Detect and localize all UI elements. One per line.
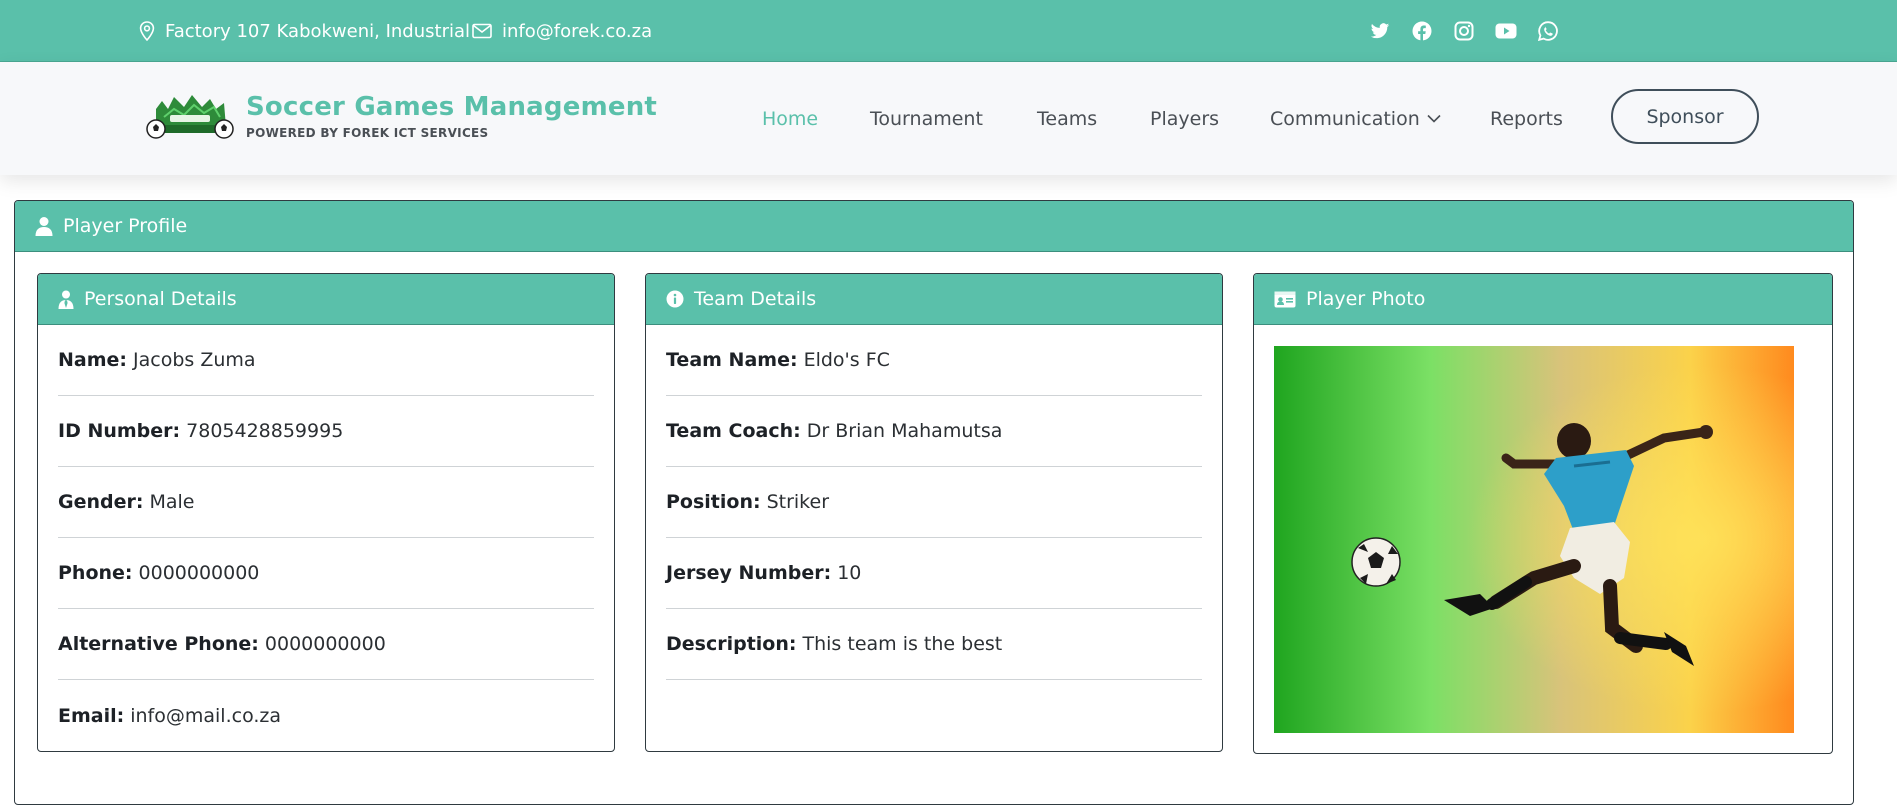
team-details-card: Team Details Team Name: Eldo's FC Team Co… [645, 273, 1223, 752]
facebook-icon[interactable] [1411, 20, 1433, 42]
envelope-icon [472, 23, 492, 39]
team-details-list: Team Name: Eldo's FC Team Coach: Dr Brian … [646, 325, 1222, 680]
nav-item-teams[interactable]: Teams [1037, 108, 1097, 130]
player-profile-header: Player Profile [15, 201, 1853, 252]
detail-value: info@mail.co.za [130, 704, 282, 727]
detail-row-id-number: ID Number: 7805428859995 [58, 396, 594, 467]
nav-item-reports[interactable]: Reports [1490, 108, 1563, 130]
nav-item-home[interactable]: Home [762, 108, 818, 130]
brand-subtitle: POWERED BY FOREK ICT SERVICES [246, 126, 489, 140]
detail-value: 0000000000 [138, 562, 260, 584]
detail-label: Phone: [58, 562, 133, 584]
personal-details-header: Personal Details [38, 274, 614, 325]
email-link[interactable]: info@forek.co.za [502, 21, 652, 42]
soccer-ball [1351, 537, 1401, 587]
instagram-icon[interactable] [1453, 20, 1475, 42]
player-photo-title: Player Photo [1306, 288, 1426, 310]
player-photo-header: Player Photo [1254, 274, 1832, 325]
detail-row-name: Name: Jacobs Zuma [58, 325, 594, 396]
detail-label: Position: [666, 491, 761, 513]
detail-label: ID Number: [58, 420, 181, 442]
brand-title[interactable]: Soccer Games Management [246, 92, 657, 122]
map-pin-icon [139, 21, 155, 41]
id-card-icon [1274, 291, 1296, 307]
detail-label: Description: [666, 633, 797, 655]
detail-row-phone: Phone: 0000000000 [58, 538, 594, 609]
sponsor-button[interactable]: Sponsor [1611, 89, 1759, 144]
player-profile-title: Player Profile [63, 215, 188, 237]
user-tie-icon [58, 290, 74, 309]
detail-label: Team Name: [666, 349, 798, 371]
detail-row-gender: Gender: Male [58, 467, 594, 538]
detail-value: Jacobs Zuma [133, 349, 256, 371]
team-details-header: Team Details [646, 274, 1222, 325]
detail-value: Male [149, 491, 195, 513]
contact-address: Factory 107 Kabokweni, Industrial [139, 0, 470, 62]
detail-label: Gender: [58, 491, 144, 513]
detail-value: This team is the best [802, 633, 1003, 655]
detail-row-position: Position: Striker [666, 467, 1202, 538]
whatsapp-icon[interactable] [1537, 20, 1559, 42]
info-circle-icon [666, 290, 684, 308]
team-details-title: Team Details [694, 288, 817, 310]
detail-value: Striker [766, 491, 830, 513]
detail-label: Name: [58, 349, 128, 371]
detail-value: 7805428859995 [186, 420, 344, 442]
detail-label: Team Coach: [666, 420, 801, 442]
detail-value: Dr Brian Mahamutsa [806, 420, 1003, 442]
youtube-icon[interactable] [1495, 20, 1517, 42]
detail-row-alternative-phone: Alternative Phone: 0000000000 [58, 609, 594, 680]
contact-email[interactable]: info@forek.co.za [472, 0, 652, 62]
address-text: Factory 107 Kabokweni, Industrial [165, 20, 470, 42]
brand[interactable]: Soccer Games Management POWERED BY FOREK… [246, 92, 657, 140]
detail-label: Jersey Number: [666, 562, 832, 584]
personal-details-card: Personal Details Name: Jacobs Zuma ID Num… [37, 273, 615, 752]
nav-item-players[interactable]: Players [1150, 108, 1219, 130]
detail-row-email: Email: info@mail.co.za [58, 680, 594, 751]
personal-details-list: Name: Jacobs Zuma ID Number: 7805428859995… [38, 325, 614, 751]
detail-row-description: Description: This team is the best [666, 609, 1202, 680]
detail-label: Email: [58, 704, 125, 727]
twitter-icon[interactable] [1369, 20, 1391, 42]
nav-item-communication[interactable]: Communication [1270, 108, 1441, 130]
detail-value: 10 [837, 562, 862, 584]
top-contact-bar: Factory 107 Kabokweni, Industrial info@f… [0, 0, 1897, 62]
site-logo[interactable] [144, 87, 236, 143]
detail-row-jersey-number: Jersey Number: 10 [666, 538, 1202, 609]
player-photo [1274, 346, 1794, 733]
detail-label: Alternative Phone: [58, 633, 259, 655]
nav-item-tournament[interactable]: Tournament [870, 108, 983, 130]
nav-item-communication-label: Communication [1270, 107, 1420, 130]
chevron-down-icon [1427, 114, 1441, 123]
social-links [1369, 0, 1559, 62]
detail-value: Eldo's FC [803, 349, 890, 371]
detail-row-team-name: Team Name: Eldo's FC [666, 325, 1202, 396]
player-photo-card: Player Photo [1253, 273, 1833, 754]
player-profile-card: Player Profile Personal Details Name: Jac… [14, 200, 1854, 805]
user-icon [35, 217, 53, 236]
detail-row-team-coach: Team Coach: Dr Brian Mahamutsa [666, 396, 1202, 467]
site-header: Soccer Games Management POWERED BY FOREK… [0, 62, 1897, 175]
detail-value: 0000000000 [264, 633, 386, 655]
personal-details-title: Personal Details [84, 288, 237, 310]
